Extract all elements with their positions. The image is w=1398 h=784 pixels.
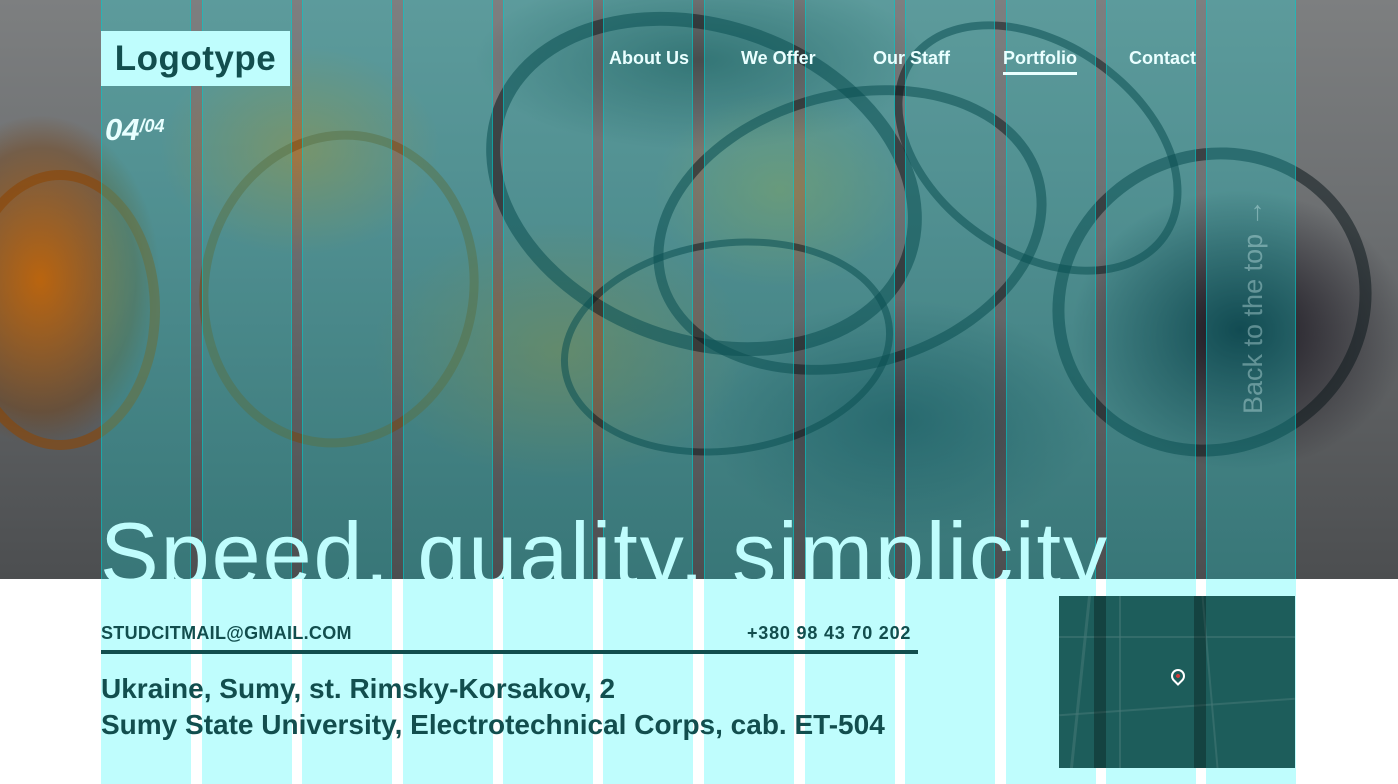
email-link[interactable]: STUDCITMAIL@GMAIL.COM	[101, 623, 352, 644]
logo[interactable]: Logotype	[101, 31, 290, 86]
nav-item-our-staff[interactable]: Our Staff	[873, 48, 950, 69]
map-pin-icon[interactable]	[1168, 666, 1188, 686]
contact-divider	[101, 650, 918, 654]
phone-link[interactable]: +380 98 43 70 202	[747, 623, 911, 644]
back-to-top-link[interactable]: Back to the top →	[1238, 199, 1269, 414]
page-total: /04	[139, 116, 165, 136]
location-map[interactable]	[1059, 596, 1295, 768]
hero-title: Speed, quality, simplicity	[100, 504, 1109, 579]
nav-item-contact[interactable]: Contact	[1129, 48, 1196, 69]
logo-text: Logotype	[114, 38, 277, 78]
page-current: 04	[105, 112, 140, 147]
nav-item-portfolio[interactable]: Portfolio	[1003, 48, 1077, 75]
nav-item-we-offer[interactable]: We Offer	[741, 48, 816, 69]
page-counter: 04/04	[105, 112, 165, 148]
address-line-2: Sumy State University, Electrotechnical …	[101, 709, 885, 740]
nav-item-about-us[interactable]: About Us	[609, 48, 689, 69]
hero-background-image	[0, 0, 1398, 579]
address-line-1: Ukraine, Sumy, st. Rimsky-Korsakov, 2	[101, 673, 616, 704]
